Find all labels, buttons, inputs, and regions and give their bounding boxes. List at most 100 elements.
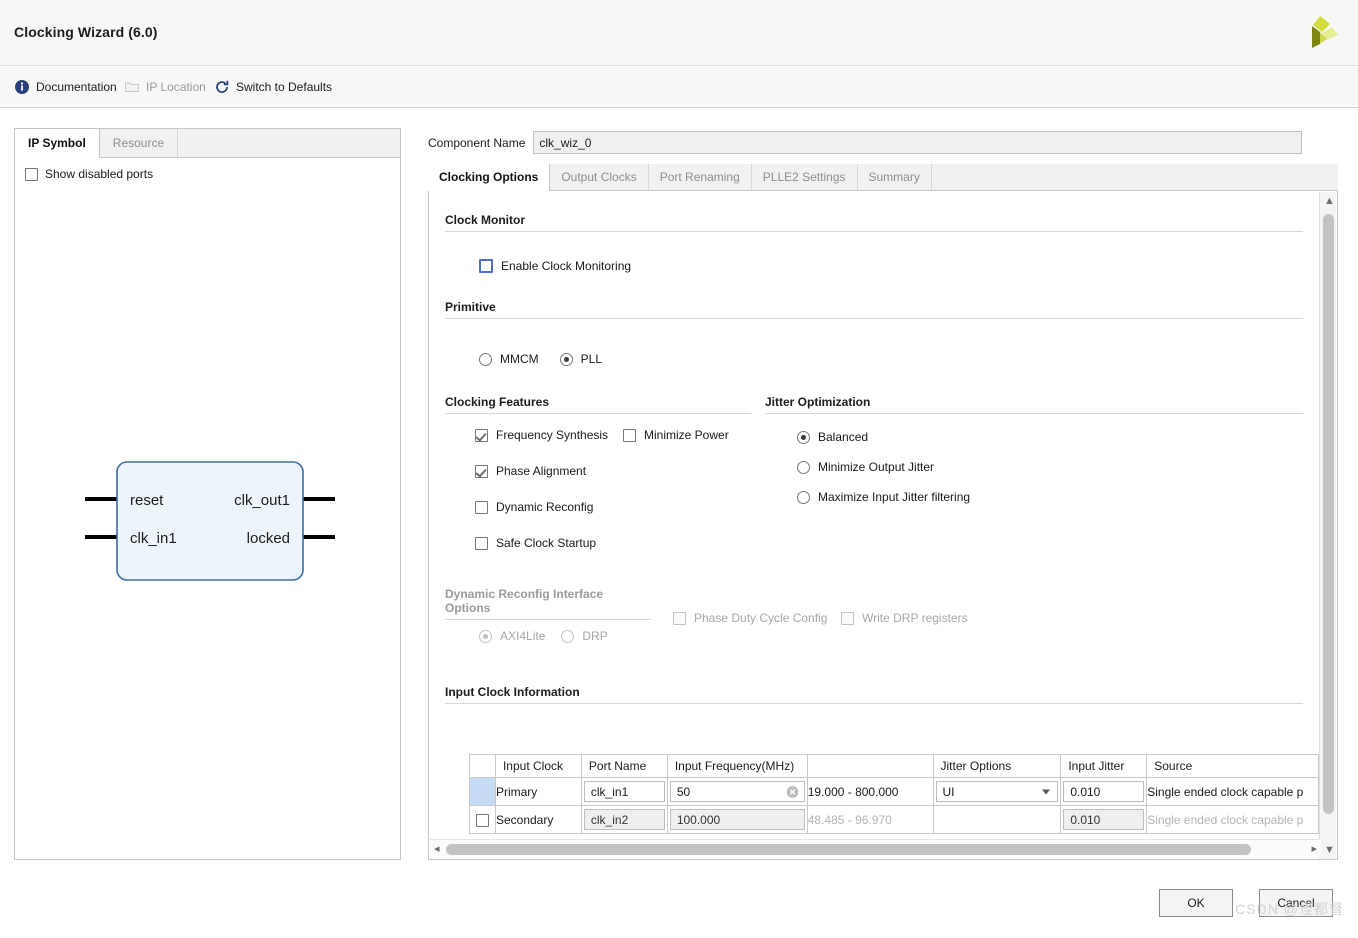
cell-input-clock-primary: Primary (494, 777, 582, 806)
checkbox-frequency-synthesis[interactable]: Frequency Synthesis (475, 428, 608, 442)
checkbox-phase-alignment[interactable]: Phase Alignment (475, 464, 586, 478)
chevron-down-icon (1042, 789, 1051, 794)
tab-clocking-options[interactable]: Clocking Options (428, 164, 551, 191)
checkbox-box (841, 611, 854, 625)
cell-input-frequency-primary[interactable]: 50 (666, 777, 808, 806)
radio-pll[interactable]: PLL (559, 352, 603, 366)
port-name-input-primary[interactable]: clk_in1 (583, 781, 665, 802)
tab-output-clocks[interactable]: Output Clocks (550, 164, 649, 190)
vertical-scrollbar-thumb[interactable] (1323, 214, 1334, 814)
row-select-cell-secondary[interactable] (469, 805, 496, 834)
tab-port-renaming[interactable]: Port Renaming (648, 164, 752, 190)
cell-frequency-range-secondary: 48.485 - 96.970 (806, 805, 934, 834)
scroll-left-arrow-icon[interactable]: ◂ (434, 842, 440, 855)
column-header-frequency-range (806, 754, 934, 778)
radio-axi4lite-label: AXI4Lite (500, 629, 546, 643)
radio-minimize-output-jitter-label: Minimize Output Jitter (818, 460, 935, 474)
port-name-input-secondary: clk_in2 (583, 809, 665, 830)
radio-axi4lite[interactable]: AXI4Lite (479, 629, 545, 643)
checkbox-dynamic-reconfig[interactable]: Dynamic Reconfig (475, 500, 593, 514)
section-title-dynamic-reconfig: Dynamic Reconfig Interface Options (445, 587, 604, 615)
cell-input-jitter-primary[interactable]: 0.010 (1060, 777, 1148, 806)
divider (445, 231, 1303, 232)
row-select-cell-primary[interactable] (469, 777, 496, 806)
left-panel-tabstrip: IP Symbol Resource (15, 129, 400, 158)
section-clocking-features: Clocking Features (445, 395, 751, 414)
table-row[interactable]: Secondary clk_in2 100.000 48.485 - 96.97… (469, 805, 1319, 834)
dialog-header: Clocking Wizard (6.0) (0, 0, 1358, 66)
clear-icon[interactable] (786, 785, 799, 798)
toolbar-item-switch-to-defaults[interactable]: Switch to Defaults (214, 77, 332, 97)
options-panel-body: Clock Monitor Enable Clock Monitoring Pr… (428, 191, 1338, 860)
main-tabstrip-filler (931, 164, 1338, 190)
tab-plle2-settings[interactable]: PLLE2 Settings (751, 164, 858, 190)
toolbar: Documentation IP Location Switch to Defa… (0, 66, 1358, 108)
checkbox-minimize-power[interactable]: Minimize Power (623, 428, 729, 442)
show-disabled-ports-checkbox[interactable]: Show disabled ports (25, 167, 153, 181)
radio-drp[interactable]: DRP (561, 629, 608, 643)
radio-maximize-input-jitter-filtering[interactable]: Maximize Input Jitter filtering (797, 490, 970, 504)
tab-ip-symbol-label: IP Symbol (28, 136, 86, 150)
checkbox-phase-duty-cycle-config[interactable]: Phase Duty Cycle Config (673, 611, 827, 625)
checkbox-box (475, 536, 488, 550)
radio-mmcm[interactable]: MMCM (479, 352, 539, 366)
component-name-label: Component Name (428, 135, 526, 150)
cancel-button[interactable]: Cancel (1259, 889, 1333, 917)
column-header-input-frequency: Input Frequency(MHz) (666, 754, 808, 778)
checkbox-box[interactable] (475, 813, 489, 827)
port-label-clk-in1: clk_in1 (130, 530, 177, 547)
cell-port-name-primary[interactable]: clk_in1 (580, 777, 668, 806)
tab-plle2-settings-label: PLLE2 Settings (762, 170, 846, 184)
info-icon (15, 80, 29, 94)
checkbox-safe-clock-startup[interactable]: Safe Clock Startup (475, 536, 596, 550)
column-header-source: Source (1146, 754, 1319, 778)
scroll-down-arrow-icon[interactable]: ▼ (1324, 844, 1335, 856)
horizontal-scrollbar[interactable]: ◂ ▸ (430, 839, 1321, 858)
divider (445, 318, 1303, 319)
scroll-right-arrow-icon[interactable]: ▸ (1311, 842, 1317, 855)
radio-pll-label: PLL (580, 352, 603, 366)
enable-clock-monitoring-checkbox[interactable]: Enable Clock Monitoring (479, 259, 631, 273)
vertical-scrollbar[interactable]: ▲ ▼ (1319, 192, 1336, 859)
horizontal-scrollbar-thumb[interactable] (446, 844, 1251, 855)
column-header-input-jitter: Input Jitter (1060, 754, 1148, 778)
checkbox-dynamic-reconfig-label: Dynamic Reconfig (496, 500, 594, 514)
tab-ip-symbol[interactable]: IP Symbol (15, 129, 100, 158)
radio-circle (479, 629, 492, 643)
section-dynamic-reconfig: Dynamic Reconfig Interface Options (445, 587, 651, 620)
input-frequency-field-primary[interactable]: 50 (669, 781, 805, 802)
jitter-options-dropdown-primary[interactable]: UI (935, 781, 1059, 802)
checkbox-box (623, 428, 636, 442)
cell-frequency-range-primary: 19.000 - 800.000 (806, 777, 934, 806)
table-row[interactable]: Primary clk_in1 50 19.000 - 800.000 UI 0… (469, 777, 1319, 806)
tab-resource-label: Resource (112, 136, 165, 150)
column-header-jitter-options: Jitter Options (932, 754, 1062, 778)
column-header-port-name: Port Name (580, 754, 668, 778)
primitive-radio-group: MMCM PLL (479, 352, 602, 366)
component-name-input[interactable] (533, 131, 1303, 154)
enable-clock-monitoring-label: Enable Clock Monitoring (501, 259, 632, 273)
ok-button[interactable]: OK (1159, 889, 1233, 917)
checkbox-write-drp-registers[interactable]: Write DRP registers (841, 611, 968, 625)
show-disabled-ports-label: Show disabled ports (45, 167, 154, 181)
left-tabstrip-filler (178, 129, 400, 157)
jitter-options-dropdown-secondary (936, 809, 1059, 830)
input-jitter-field-primary[interactable]: 0.010 (1063, 781, 1145, 802)
xilinx-logo (1312, 16, 1338, 48)
tab-output-clocks-label: Output Clocks (561, 170, 637, 184)
radio-minimize-output-jitter[interactable]: Minimize Output Jitter (797, 460, 934, 474)
tab-clocking-options-label: Clocking Options (439, 170, 539, 184)
section-title-primitive: Primitive (445, 300, 496, 314)
toolbar-item-ip-location[interactable]: IP Location (124, 77, 206, 97)
scroll-up-arrow-icon[interactable]: ▲ (1324, 195, 1335, 207)
cell-input-clock-secondary: Secondary (494, 805, 582, 834)
toolbar-item-documentation[interactable]: Documentation (14, 77, 117, 97)
port-label-clk-out1: clk_out1 (234, 492, 290, 509)
page-title: Clocking Wizard (6.0) (14, 24, 158, 40)
cell-jitter-options-primary[interactable]: UI (932, 777, 1062, 806)
radio-drp-label: DRP (582, 629, 608, 643)
radio-balanced[interactable]: Balanced (797, 430, 868, 444)
tab-summary[interactable]: Summary (857, 164, 932, 190)
checkbox-safe-clock-startup-label: Safe Clock Startup (496, 536, 597, 550)
tab-resource[interactable]: Resource (99, 129, 179, 157)
